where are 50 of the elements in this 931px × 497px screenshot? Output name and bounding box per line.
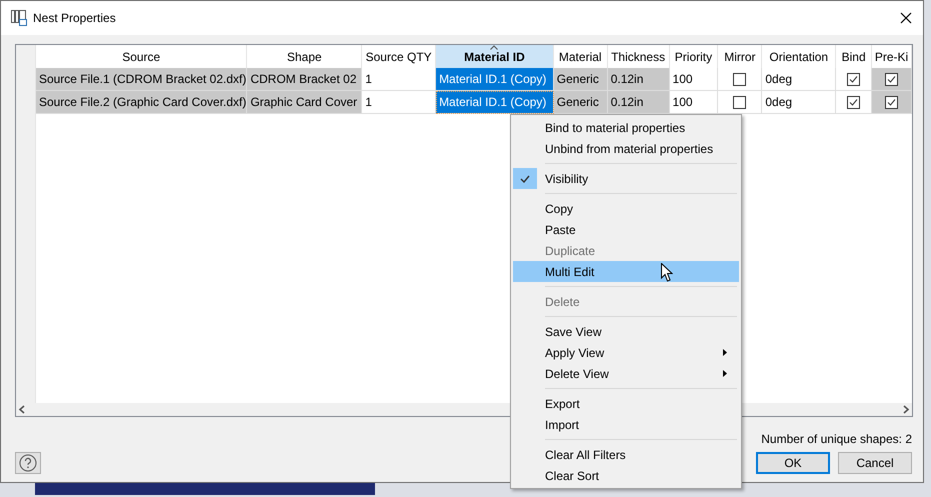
column-header[interactable]: Material ID bbox=[436, 45, 554, 68]
help-button[interactable] bbox=[15, 452, 41, 474]
checkbox[interactable] bbox=[847, 96, 860, 108]
table-cell[interactable]: 0deg bbox=[762, 68, 836, 91]
table-cell[interactable]: 0deg bbox=[762, 91, 836, 114]
menu-item[interactable]: Clear All Filters bbox=[513, 444, 739, 465]
table-cell[interactable]: 0.12in bbox=[608, 68, 670, 91]
menu-item[interactable]: Multi Edit bbox=[513, 261, 739, 282]
scroll-right-icon[interactable] bbox=[902, 405, 910, 414]
menu-item[interactable]: Apply View bbox=[513, 342, 739, 363]
help-icon bbox=[19, 454, 37, 472]
scroll-left-icon[interactable] bbox=[18, 405, 26, 414]
table-cell[interactable]: Graphic Card Cover bbox=[247, 91, 362, 114]
ok-button[interactable]: OK bbox=[756, 452, 830, 474]
menu-item[interactable]: Bind to material properties bbox=[513, 117, 739, 138]
table-cell[interactable]: CDROM Bracket 02 bbox=[247, 68, 362, 91]
cancel-button[interactable]: Cancel bbox=[838, 452, 912, 474]
menu-item[interactable]: Copy bbox=[513, 198, 739, 219]
close-icon bbox=[900, 12, 912, 24]
table-cell[interactable]: Material ID.1 (Copy) bbox=[436, 68, 554, 91]
column-header[interactable]: Priority bbox=[670, 45, 718, 68]
table-cell[interactable]: 100 bbox=[670, 68, 718, 91]
menu-item[interactable]: Unbind from material properties bbox=[513, 138, 739, 159]
menu-item[interactable]: Delete View bbox=[513, 363, 739, 384]
window-title: Nest Properties bbox=[33, 11, 116, 25]
table-cell[interactable]: 1 bbox=[362, 68, 436, 91]
checkbox[interactable] bbox=[733, 72, 746, 86]
table-cell[interactable]: Source File.2 (Graphic Card Cover.dxf) bbox=[36, 91, 248, 114]
table-cell[interactable]: 0.12in bbox=[608, 91, 670, 114]
table-cell[interactable]: Generic bbox=[554, 68, 608, 91]
menu-item[interactable]: Visibility bbox=[513, 168, 739, 189]
checkbox[interactable] bbox=[847, 72, 860, 86]
status-text: Number of unique shapes: 2 bbox=[761, 432, 912, 448]
app-icon bbox=[11, 10, 27, 26]
table-cell[interactable]: 1 bbox=[362, 91, 436, 114]
table-cell[interactable]: Generic bbox=[554, 91, 608, 114]
menu-item[interactable]: Export bbox=[513, 393, 739, 414]
table-cell[interactable]: Material ID.1 (Copy) bbox=[436, 91, 554, 114]
menu-item[interactable]: Save View bbox=[513, 321, 739, 342]
checkbox[interactable] bbox=[885, 72, 898, 86]
table-cell[interactable]: Source File.1 (CDROM Bracket 02.dxf) bbox=[36, 68, 248, 91]
checkbox[interactable] bbox=[733, 96, 746, 108]
column-header[interactable]: Thickness bbox=[608, 45, 670, 68]
cursor-icon bbox=[661, 263, 673, 282]
row-header bbox=[16, 45, 36, 68]
menu-item[interactable]: Clear Sort bbox=[513, 465, 739, 486]
checkbox[interactable] bbox=[885, 96, 898, 108]
menu-item[interactable]: Paste bbox=[513, 219, 739, 240]
table-cell[interactable]: 100 bbox=[670, 91, 718, 114]
menu-item[interactable]: Import bbox=[513, 414, 739, 435]
